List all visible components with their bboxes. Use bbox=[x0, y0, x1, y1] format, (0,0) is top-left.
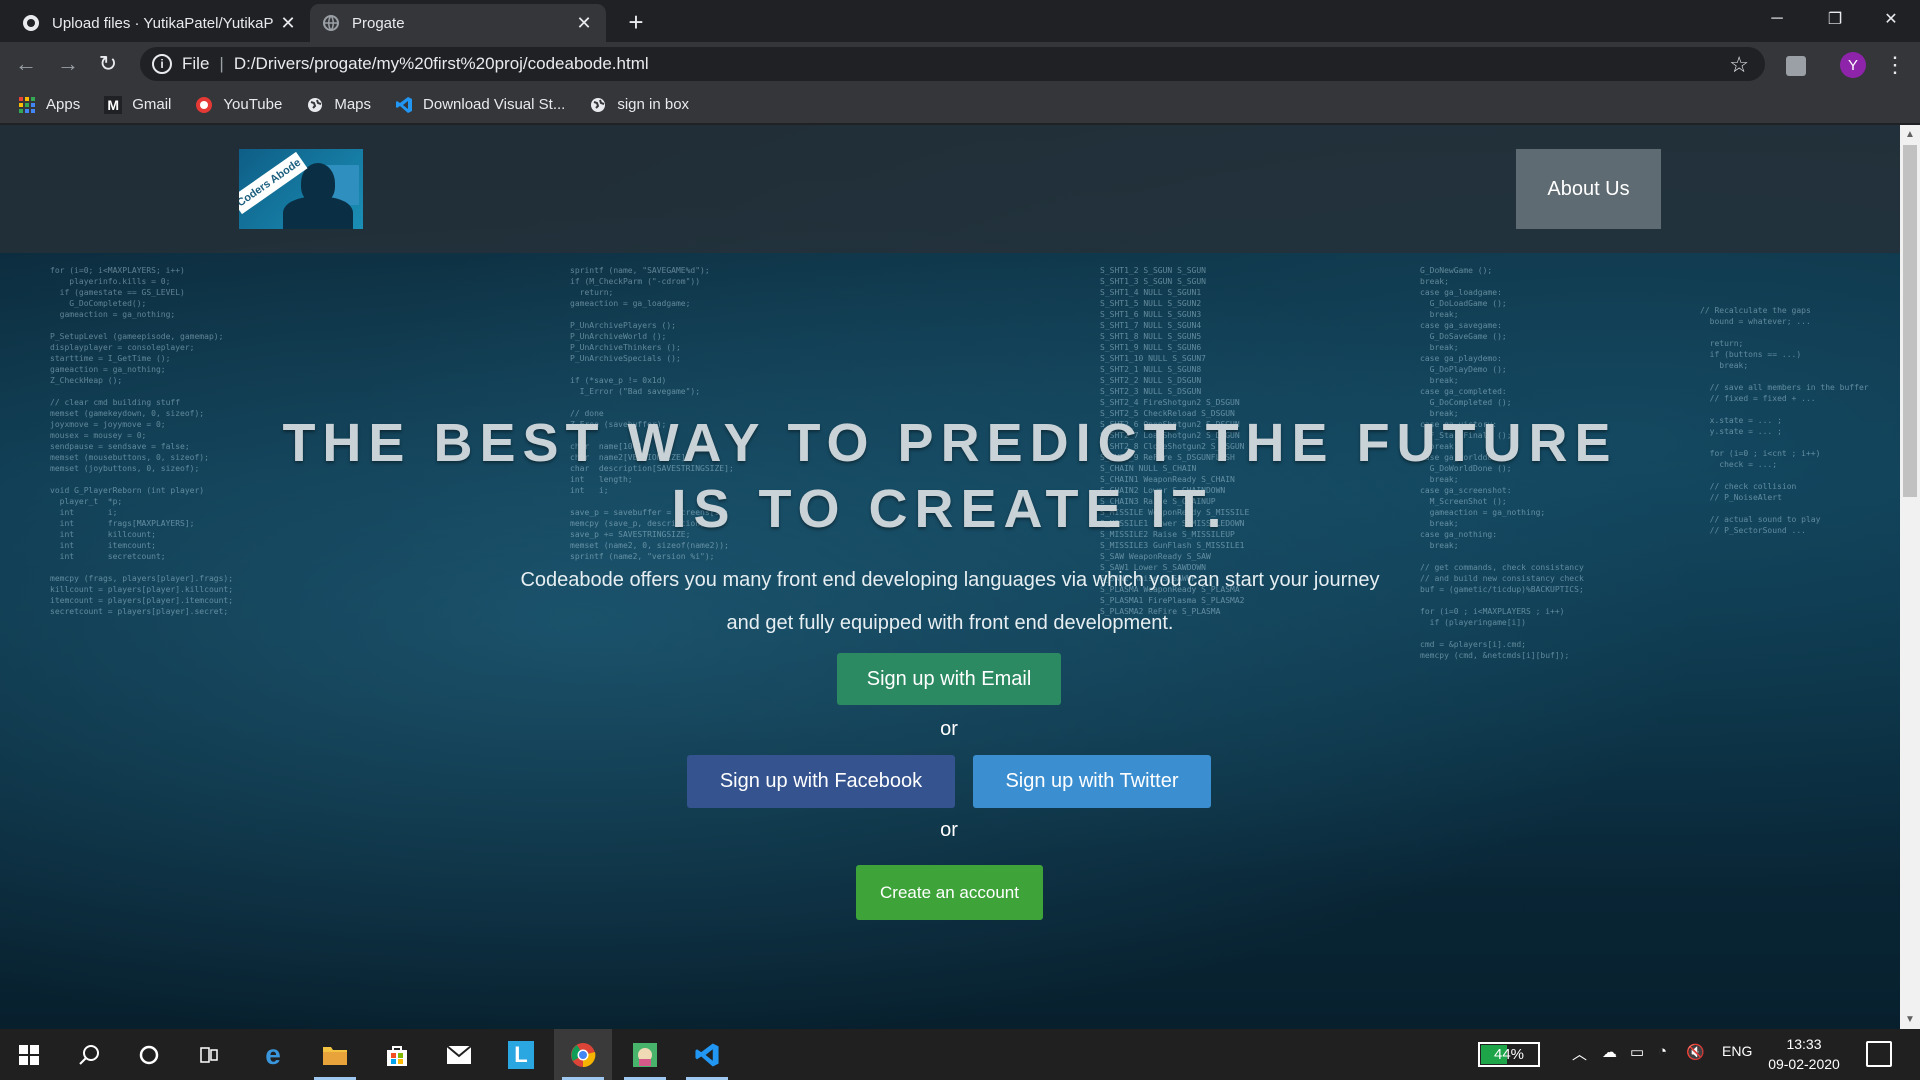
scroll-up-icon[interactable]: ▲ bbox=[1905, 129, 1915, 140]
tab-title: Upload files · YutikaPatel/YutikaP bbox=[52, 14, 274, 32]
windows-taskbar: e L 44% ︿ ☁ ▭ ◔ 🔇 ENG 13:33 09-02-2020 bbox=[0, 1029, 1920, 1080]
about-us-button[interactable]: About Us bbox=[1516, 149, 1661, 229]
bookmarks-bar: Apps M Gmail YouTube Maps Download Visua… bbox=[0, 86, 1920, 124]
clock-time: 13:33 bbox=[1786, 1036, 1822, 1052]
page-scrollbar[interactable]: ▲ ▼ bbox=[1900, 125, 1920, 1029]
youtube-icon bbox=[195, 96, 213, 114]
reload-icon[interactable]: ↻ bbox=[94, 50, 122, 78]
edge-icon[interactable]: e bbox=[244, 1029, 302, 1080]
sign-up-email-button[interactable]: Sign up with Email bbox=[837, 653, 1061, 705]
minimize-icon[interactable]: ─ bbox=[1748, 0, 1806, 38]
logo-silhouette-body bbox=[283, 197, 353, 229]
extension-icon[interactable] bbox=[1786, 56, 1806, 76]
scrollbar-thumb[interactable] bbox=[1903, 145, 1917, 497]
hero-title-line2: IS TO CREATE IT. bbox=[671, 479, 1229, 539]
language-indicator[interactable]: ENG bbox=[1722, 1043, 1752, 1059]
globe-icon bbox=[322, 14, 340, 32]
vscode-icon bbox=[395, 96, 413, 114]
restore-icon[interactable]: ❐ bbox=[1806, 0, 1864, 38]
address-bar[interactable]: i File | D:/Drivers/progate/my%20first%2… bbox=[140, 47, 1765, 81]
url-text[interactable]: D:/Drivers/progate/my%20first%20proj/cod… bbox=[234, 54, 649, 74]
url-scheme: File bbox=[182, 54, 210, 73]
battery-icon[interactable]: ▭ bbox=[1630, 1043, 1644, 1061]
notifications-icon[interactable] bbox=[1866, 1041, 1892, 1067]
globe-icon bbox=[306, 96, 324, 114]
tab-github-upload[interactable]: Upload files · YutikaPatel/YutikaP ✕ bbox=[10, 4, 310, 42]
file-explorer-icon[interactable] bbox=[306, 1029, 364, 1080]
l-app-icon[interactable]: L bbox=[492, 1029, 550, 1080]
page-viewport: for (i=0; i<MAXPLAYERS; i++) playerinfo.… bbox=[0, 125, 1900, 1029]
volume-muted-icon[interactable]: 🔇 bbox=[1686, 1043, 1705, 1061]
search-icon[interactable] bbox=[60, 1029, 118, 1080]
info-icon[interactable]: i bbox=[152, 54, 172, 74]
bookmark-apps[interactable]: Apps bbox=[18, 96, 80, 114]
apps-grid-icon bbox=[18, 96, 36, 114]
close-tab-icon[interactable]: ✕ bbox=[278, 13, 298, 33]
cortana-icon[interactable] bbox=[120, 1029, 178, 1080]
bookmark-label: Gmail bbox=[132, 96, 172, 113]
bookmark-maps[interactable]: Maps bbox=[306, 96, 371, 114]
hero-description-line2: and get fully equipped with front end de… bbox=[726, 612, 1174, 634]
game-icon[interactable] bbox=[616, 1029, 674, 1080]
globe-icon bbox=[589, 96, 607, 114]
bookmark-label: Apps bbox=[46, 96, 81, 113]
gmail-icon: M bbox=[104, 95, 123, 114]
hero-title-line1: THE BEST WAY TO PREDICT THE FUTURE bbox=[282, 413, 1618, 473]
or-separator: or bbox=[940, 718, 958, 740]
battery-indicator[interactable]: 44% bbox=[1478, 1042, 1540, 1067]
scroll-down-icon[interactable]: ▼ bbox=[1905, 1014, 1915, 1025]
forward-icon[interactable]: → bbox=[54, 50, 82, 78]
onedrive-icon[interactable]: ☁ bbox=[1602, 1043, 1617, 1061]
back-icon[interactable]: ← bbox=[12, 50, 40, 78]
close-window-icon[interactable]: ✕ bbox=[1862, 0, 1920, 38]
hero-title: THE BEST WAY TO PREDICT THE FUTURE IS TO… bbox=[0, 410, 1900, 542]
close-tab-icon[interactable]: ✕ bbox=[574, 13, 594, 33]
sign-up-twitter-button[interactable]: Sign up with Twitter bbox=[973, 755, 1211, 808]
bookmark-youtube[interactable]: YouTube bbox=[195, 96, 282, 114]
bookmark-download-visual-studio[interactable]: Download Visual St... bbox=[395, 96, 565, 114]
tab-progate[interactable]: Progate ✕ bbox=[310, 4, 606, 42]
browser-toolbar: ← → ↻ i File | D:/Drivers/progate/my%20f… bbox=[0, 42, 1920, 86]
windows-icon[interactable] bbox=[0, 1029, 58, 1080]
bookmark-sign-in-box[interactable]: sign in box bbox=[589, 96, 689, 114]
store-icon[interactable] bbox=[368, 1029, 426, 1080]
or-separator: or bbox=[940, 819, 958, 841]
bookmark-label: YouTube bbox=[223, 96, 283, 113]
task-view-icon[interactable] bbox=[180, 1029, 238, 1080]
bookmark-gmail[interactable]: M Gmail bbox=[104, 95, 172, 114]
profile-avatar[interactable]: Y bbox=[1840, 52, 1866, 78]
new-tab-button[interactable]: + bbox=[622, 7, 650, 37]
bookmark-label: Maps bbox=[334, 96, 372, 113]
url-separator: | bbox=[219, 54, 224, 73]
wifi-icon[interactable]: ◔ bbox=[1658, 1043, 1667, 1060]
site-logo[interactable]: Coders Abode bbox=[239, 149, 363, 229]
hero-description-line1: Codeabode offers you many front end deve… bbox=[520, 569, 1380, 591]
bookmark-label: sign in box bbox=[617, 96, 690, 113]
hero-description: Codeabode offers you many front end deve… bbox=[0, 559, 1900, 645]
chrome-icon[interactable] bbox=[554, 1029, 612, 1080]
vscode-icon[interactable] bbox=[678, 1029, 736, 1080]
create-account-button[interactable]: Create an account bbox=[856, 865, 1043, 920]
chevron-up-icon[interactable]: ︿ bbox=[1572, 1043, 1587, 1064]
tab-strip: Upload files · YutikaPatel/YutikaP ✕ Pro… bbox=[0, 0, 1920, 42]
tab-title: Progate bbox=[352, 14, 405, 32]
bookmark-label: Download Visual St... bbox=[423, 96, 566, 113]
system-clock[interactable]: 13:33 09-02-2020 bbox=[1762, 1034, 1846, 1074]
clock-date: 09-02-2020 bbox=[1768, 1056, 1840, 1072]
site-header: Coders Abode About Us bbox=[0, 125, 1900, 253]
github-icon bbox=[22, 14, 40, 32]
sign-up-facebook-button[interactable]: Sign up with Facebook bbox=[687, 755, 955, 808]
mail-icon[interactable] bbox=[430, 1029, 488, 1080]
bookmark-star-icon[interactable]: ☆ bbox=[1729, 52, 1749, 78]
battery-percent: 44% bbox=[1493, 1046, 1525, 1063]
menu-kebab-icon[interactable]: ⋮ bbox=[1884, 52, 1906, 78]
